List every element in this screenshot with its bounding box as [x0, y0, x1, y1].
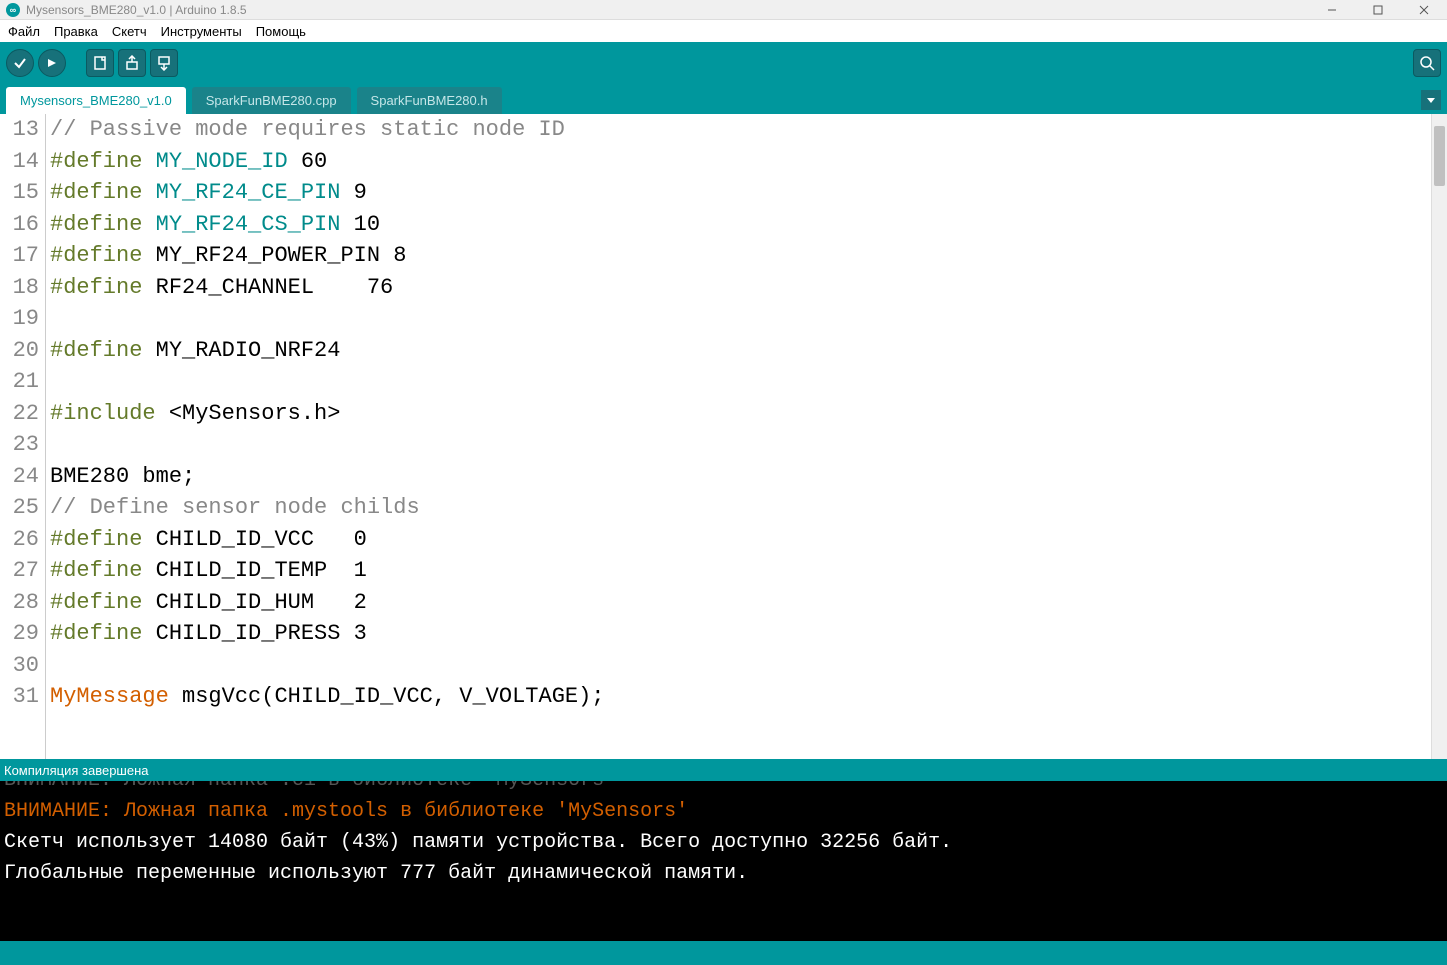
- tabbar: Mysensors_BME280_v1.0SparkFunBME280.cppS…: [0, 84, 1447, 114]
- new-button[interactable]: [86, 49, 114, 77]
- tabs: Mysensors_BME280_v1.0SparkFunBME280.cppS…: [6, 87, 502, 114]
- maximize-button[interactable]: [1355, 0, 1401, 20]
- code-editor[interactable]: 13141516171819202122232425262728293031 /…: [0, 114, 1431, 759]
- window-controls: [1309, 0, 1447, 20]
- menu-file[interactable]: Файл: [2, 22, 46, 41]
- window-title: Mysensors_BME280_v1.0 | Arduino 1.8.5: [26, 3, 247, 17]
- save-button[interactable]: [150, 49, 178, 77]
- code-content[interactable]: // Passive mode requires static node ID#…: [46, 114, 1431, 759]
- verify-button[interactable]: [6, 49, 34, 77]
- menu-sketch[interactable]: Скетч: [106, 22, 153, 41]
- footer-bar: [0, 941, 1447, 965]
- tab-2[interactable]: SparkFunBME280.h: [357, 87, 502, 114]
- menu-tools[interactable]: Инструменты: [155, 22, 248, 41]
- titlebar: ∞ Mysensors_BME280_v1.0 | Arduino 1.8.5: [0, 0, 1447, 20]
- menu-edit[interactable]: Правка: [48, 22, 104, 41]
- console-output[interactable]: ВНИМАНИЕ: Ложная папка .ci в библиотеке …: [0, 781, 1447, 941]
- minimize-button[interactable]: [1309, 0, 1355, 20]
- menu-help[interactable]: Помощь: [250, 22, 312, 41]
- tab-menu-button[interactable]: [1421, 90, 1441, 110]
- tab-0[interactable]: Mysensors_BME280_v1.0: [6, 87, 186, 114]
- status-bar: Компиляция завершена: [0, 759, 1447, 781]
- line-gutter: 13141516171819202122232425262728293031: [0, 114, 46, 759]
- editor-area: 13141516171819202122232425262728293031 /…: [0, 114, 1447, 759]
- scroll-thumb[interactable]: [1434, 126, 1445, 186]
- editor-scrollbar[interactable]: [1431, 114, 1447, 759]
- menubar: Файл Правка Скетч Инструменты Помощь: [0, 20, 1447, 42]
- upload-button[interactable]: [38, 49, 66, 77]
- open-button[interactable]: [118, 49, 146, 77]
- status-text: Компиляция завершена: [4, 763, 149, 778]
- serial-monitor-button[interactable]: [1413, 49, 1441, 77]
- toolbar: [0, 42, 1447, 84]
- close-button[interactable]: [1401, 0, 1447, 20]
- tab-1[interactable]: SparkFunBME280.cpp: [192, 87, 351, 114]
- app-icon: ∞: [6, 3, 20, 17]
